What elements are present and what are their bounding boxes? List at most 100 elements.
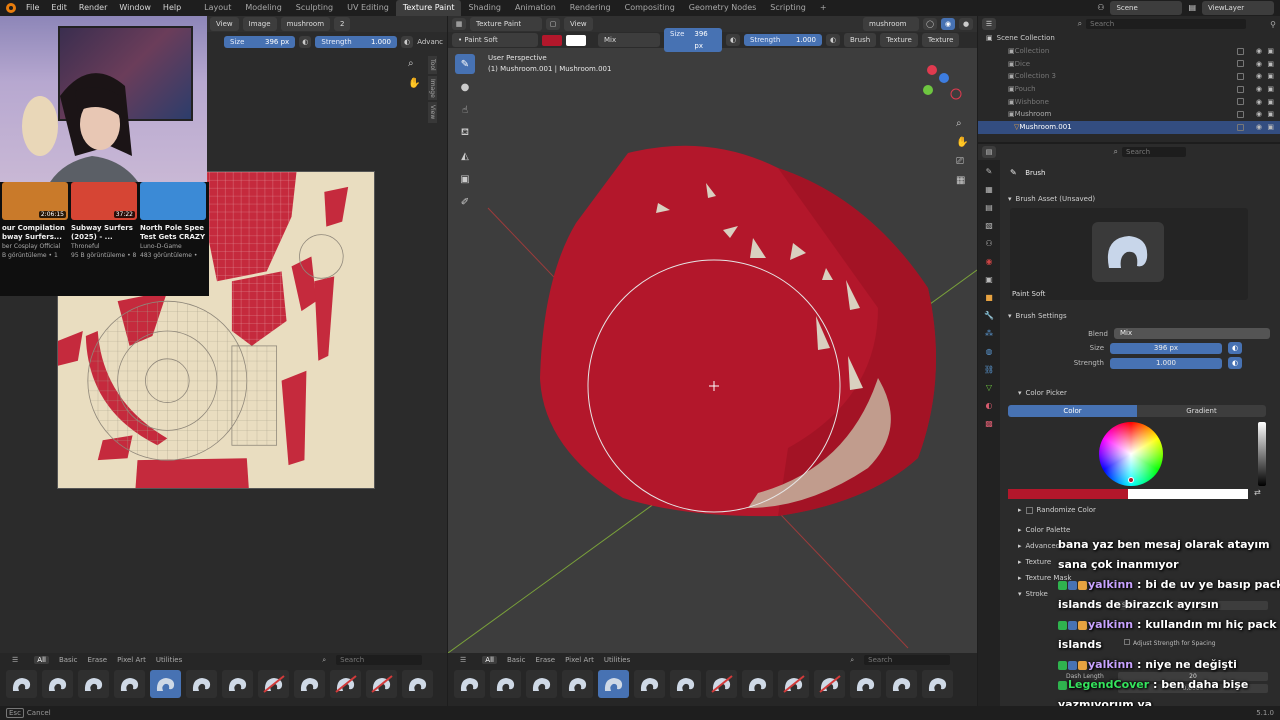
brush-thumbnail[interactable] bbox=[150, 670, 181, 698]
shelf-tab-pixel-art[interactable]: Pixel Art bbox=[565, 656, 594, 664]
workspace-tab-scripting[interactable]: Scripting bbox=[763, 0, 813, 16]
viewport-shading-material-icon[interactable]: ◉ bbox=[941, 18, 955, 30]
brush-thumbnail[interactable] bbox=[78, 670, 109, 698]
workspace-tab-uv-editing[interactable]: UV Editing bbox=[340, 0, 396, 16]
swap-colors-icon[interactable]: ⇄ bbox=[1254, 488, 1261, 497]
primary-color-swatch[interactable] bbox=[542, 34, 562, 46]
video-title[interactable]: our Compilation bbox=[2, 224, 68, 233]
shelf-tab-basic[interactable]: Basic bbox=[507, 656, 526, 664]
world-tab-icon[interactable]: ◉ bbox=[982, 254, 996, 268]
color-wheel-cursor[interactable] bbox=[1128, 477, 1134, 483]
uv-strength-slider[interactable]: Strength 1.000 bbox=[315, 36, 397, 48]
outliner-filter-icon[interactable]: ⚲ bbox=[1270, 20, 1276, 29]
menu-help[interactable]: Help bbox=[157, 0, 187, 16]
smear-tool-icon[interactable]: ☝ bbox=[455, 100, 475, 120]
mode-selector[interactable]: Texture Paint bbox=[470, 17, 542, 31]
exclude-checkbox[interactable] bbox=[1237, 72, 1244, 80]
chat-username[interactable]: yalkinn bbox=[1088, 658, 1133, 671]
particles-tab-icon[interactable]: ⁂ bbox=[982, 326, 996, 340]
modifier-tab-icon[interactable]: 🔧 bbox=[982, 308, 996, 322]
outliner-search-input[interactable]: Search bbox=[1086, 19, 1247, 29]
brush-thumbnail[interactable] bbox=[562, 670, 593, 698]
image-users-count[interactable]: 2 bbox=[334, 17, 351, 31]
brush-thumbnail[interactable] bbox=[670, 670, 701, 698]
workspace-tab-shading[interactable]: Shading bbox=[461, 0, 508, 16]
brush-thumbnail[interactable] bbox=[294, 670, 325, 698]
viewport-shading-render-icon[interactable]: ● bbox=[959, 18, 973, 30]
render-camera-icon[interactable]: ▣ bbox=[1267, 60, 1274, 68]
secondary-color-swatch[interactable] bbox=[566, 34, 586, 46]
brush-settings-section[interactable]: ▾ Brush Settings bbox=[1008, 312, 1067, 320]
properties-editor-icon[interactable]: ▤ bbox=[982, 146, 996, 158]
shelf-tab-utilities[interactable]: Utilities bbox=[156, 656, 182, 664]
view-layer-selector[interactable]: ViewLayer bbox=[1202, 1, 1274, 15]
outliner-panel[interactable]: ☰ ⌕ Search ⚲ ▣ Scene Collection ▣ Collect… bbox=[978, 16, 1280, 142]
data-tab-icon[interactable]: ▽ bbox=[982, 380, 996, 394]
brush-thumbnail[interactable] bbox=[922, 670, 953, 698]
visibility-eye-icon[interactable]: ◉ bbox=[1256, 98, 1262, 106]
brush-thumbnail[interactable] bbox=[886, 670, 917, 698]
brush-asset-section[interactable]: ▾ Brush Asset (Unsaved) bbox=[1008, 195, 1095, 203]
brush-thumbnail[interactable] bbox=[330, 670, 361, 698]
visibility-eye-icon[interactable]: ◉ bbox=[1256, 123, 1262, 131]
outliner-item[interactable]: ▣ Mushroom ◉ ▣ bbox=[978, 108, 1280, 121]
brush-thumbnail[interactable] bbox=[490, 670, 521, 698]
outliner-item[interactable]: ▣ Collection 3 ◉ ▣ bbox=[978, 70, 1280, 83]
strength-pressure-icon[interactable]: ◐ bbox=[1228, 357, 1242, 369]
shelf-tab-basic[interactable]: Basic bbox=[59, 656, 78, 664]
video-subtitle[interactable]: bway Surfers... bbox=[2, 233, 68, 242]
video-thumbnail[interactable] bbox=[140, 182, 206, 220]
texture-menu[interactable]: Texture bbox=[880, 33, 918, 47]
brush-menu[interactable]: Brush bbox=[844, 33, 877, 47]
workspace-tab-rendering[interactable]: Rendering bbox=[563, 0, 618, 16]
visibility-eye-icon[interactable]: ◉ bbox=[1256, 72, 1262, 80]
workspace-tab-texture-paint[interactable]: Texture Paint bbox=[395, 0, 462, 16]
color-tab[interactable]: Color bbox=[1008, 405, 1137, 417]
randomize-checkbox[interactable] bbox=[1025, 506, 1033, 514]
physics-tab-icon[interactable]: ◍ bbox=[982, 344, 996, 358]
outliner-editor-icon[interactable]: ☰ bbox=[982, 18, 996, 30]
outliner-item[interactable]: ▣ Collection ◉ ▣ bbox=[978, 45, 1280, 58]
brush-thumbnail[interactable] bbox=[222, 670, 253, 698]
size-pressure-icon[interactable]: ◐ bbox=[726, 34, 740, 46]
size-pressure-icon[interactable]: ◐ bbox=[1228, 342, 1242, 354]
brush-thumbnail[interactable] bbox=[598, 670, 629, 698]
image-editor-image-menu[interactable]: Image bbox=[242, 17, 277, 31]
side-tab-view[interactable]: View bbox=[428, 102, 437, 123]
visibility-eye-icon[interactable]: ◉ bbox=[1256, 85, 1262, 93]
size-slider-prop[interactable]: 396 px bbox=[1110, 342, 1222, 354]
outliner-item[interactable]: ▽ Mushroom.001 ◉ ▣ bbox=[978, 120, 1280, 134]
randomize-color-row[interactable]: ▸ Randomize Color bbox=[1018, 506, 1096, 514]
workspace-tab-layout[interactable]: Layout bbox=[197, 0, 238, 16]
strength-pressure-icon[interactable]: ◐ bbox=[826, 34, 840, 46]
brush-thumbnail[interactable] bbox=[454, 670, 485, 698]
side-tab-tool[interactable]: Tool bbox=[428, 56, 437, 74]
outliner-scene-collection[interactable]: ▣ Scene Collection bbox=[978, 32, 1280, 45]
scene-tab-icon[interactable]: ⚇ bbox=[982, 236, 996, 250]
constraints-tab-icon[interactable]: ⛓ bbox=[982, 362, 996, 376]
outliner-item[interactable]: ▣ Wishbone ◉ ▣ bbox=[978, 95, 1280, 108]
draw-brush-tool-icon[interactable]: ✎ bbox=[455, 54, 475, 74]
video-card[interactable]: 2:06:15 our Compilation bway Surfers... … bbox=[2, 182, 68, 296]
chat-username[interactable]: yalkinn bbox=[1088, 618, 1133, 631]
uv-size-pressure-icon[interactable]: ◐ bbox=[299, 36, 312, 48]
outliner-item[interactable]: ▣ Dice ◉ ▣ bbox=[978, 57, 1280, 70]
brush-thumbnail[interactable] bbox=[42, 670, 73, 698]
video-thumbnail[interactable]: 37:22 bbox=[71, 182, 137, 220]
render-camera-icon[interactable]: ▣ bbox=[1267, 47, 1274, 55]
render-camera-icon[interactable]: ▣ bbox=[1267, 123, 1274, 131]
blend-mode-selector[interactable]: Mix bbox=[598, 33, 660, 47]
video-title[interactable]: North Pole Spee bbox=[140, 224, 206, 233]
color-wheel[interactable] bbox=[1099, 422, 1163, 486]
color-picker-section[interactable]: ▾ Color Picker bbox=[1018, 389, 1067, 397]
camera-view-icon[interactable]: ⎚ bbox=[956, 152, 968, 171]
video-card[interactable]: 37:22 Subway Surfers (2025) - ... Throne… bbox=[71, 182, 137, 296]
value-slider[interactable] bbox=[1258, 422, 1266, 486]
render-tab-icon[interactable]: ▦ bbox=[982, 182, 996, 196]
chat-username[interactable]: LegendCover bbox=[1068, 678, 1149, 691]
editor-type-icon[interactable]: ▦ bbox=[452, 18, 466, 30]
collection-tab-icon[interactable]: ▣ bbox=[982, 272, 996, 286]
render-camera-icon[interactable]: ▣ bbox=[1267, 98, 1274, 106]
brush-thumbnail[interactable] bbox=[258, 670, 289, 698]
shelf-tab-all[interactable]: All bbox=[482, 656, 497, 664]
